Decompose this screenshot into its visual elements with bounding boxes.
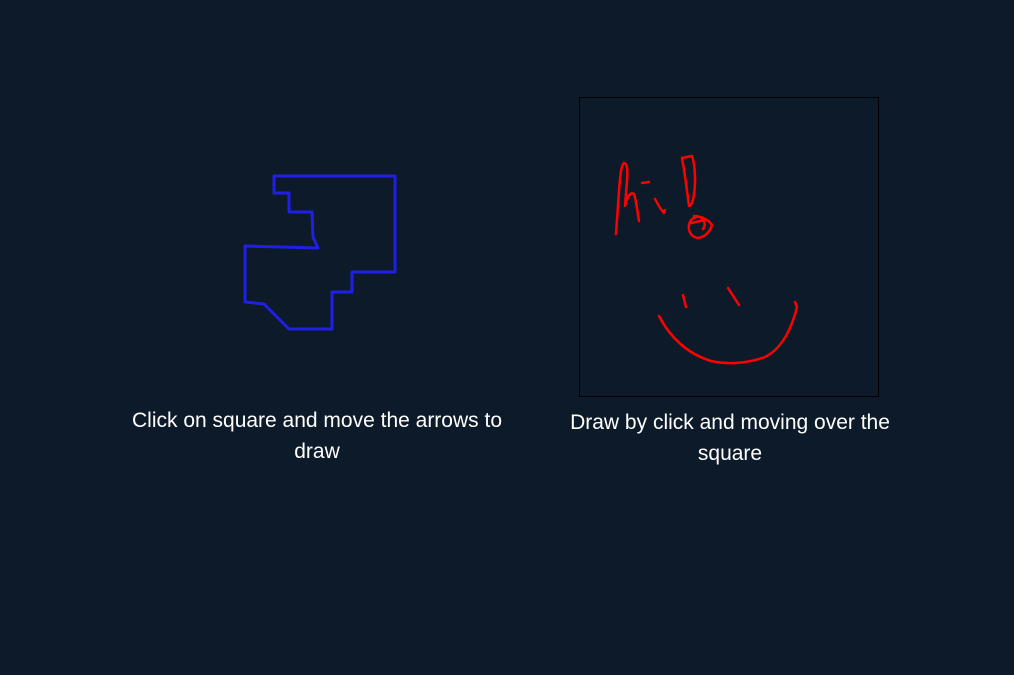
freehand-drawing-svg	[614, 154, 799, 365]
freehand-strokes	[614, 154, 799, 365]
stroke-smile	[657, 300, 799, 365]
arrow-drawn-path	[243, 174, 397, 331]
arrow-drawing-svg	[243, 174, 397, 331]
freehand-drawing-square[interactable]	[579, 97, 879, 397]
stroke-left-eye	[681, 293, 688, 309]
stroke-i-dot	[640, 180, 651, 185]
stroke-exclamation-bar	[680, 154, 697, 208]
arrow-panel-caption: Click on square and move the arrows to d…	[131, 409, 502, 463]
stroke-i-body	[653, 197, 667, 215]
app-root: Click on square and move the arrows to d…	[0, 0, 1014, 675]
draw-panel-caption: Draw by click and moving over the square	[570, 411, 890, 465]
stroke-right-eye	[726, 286, 741, 307]
stroke-h	[614, 161, 641, 236]
stroke-exclamation-dot	[687, 214, 714, 240]
arrow-drawing-square[interactable]	[226, 160, 416, 350]
